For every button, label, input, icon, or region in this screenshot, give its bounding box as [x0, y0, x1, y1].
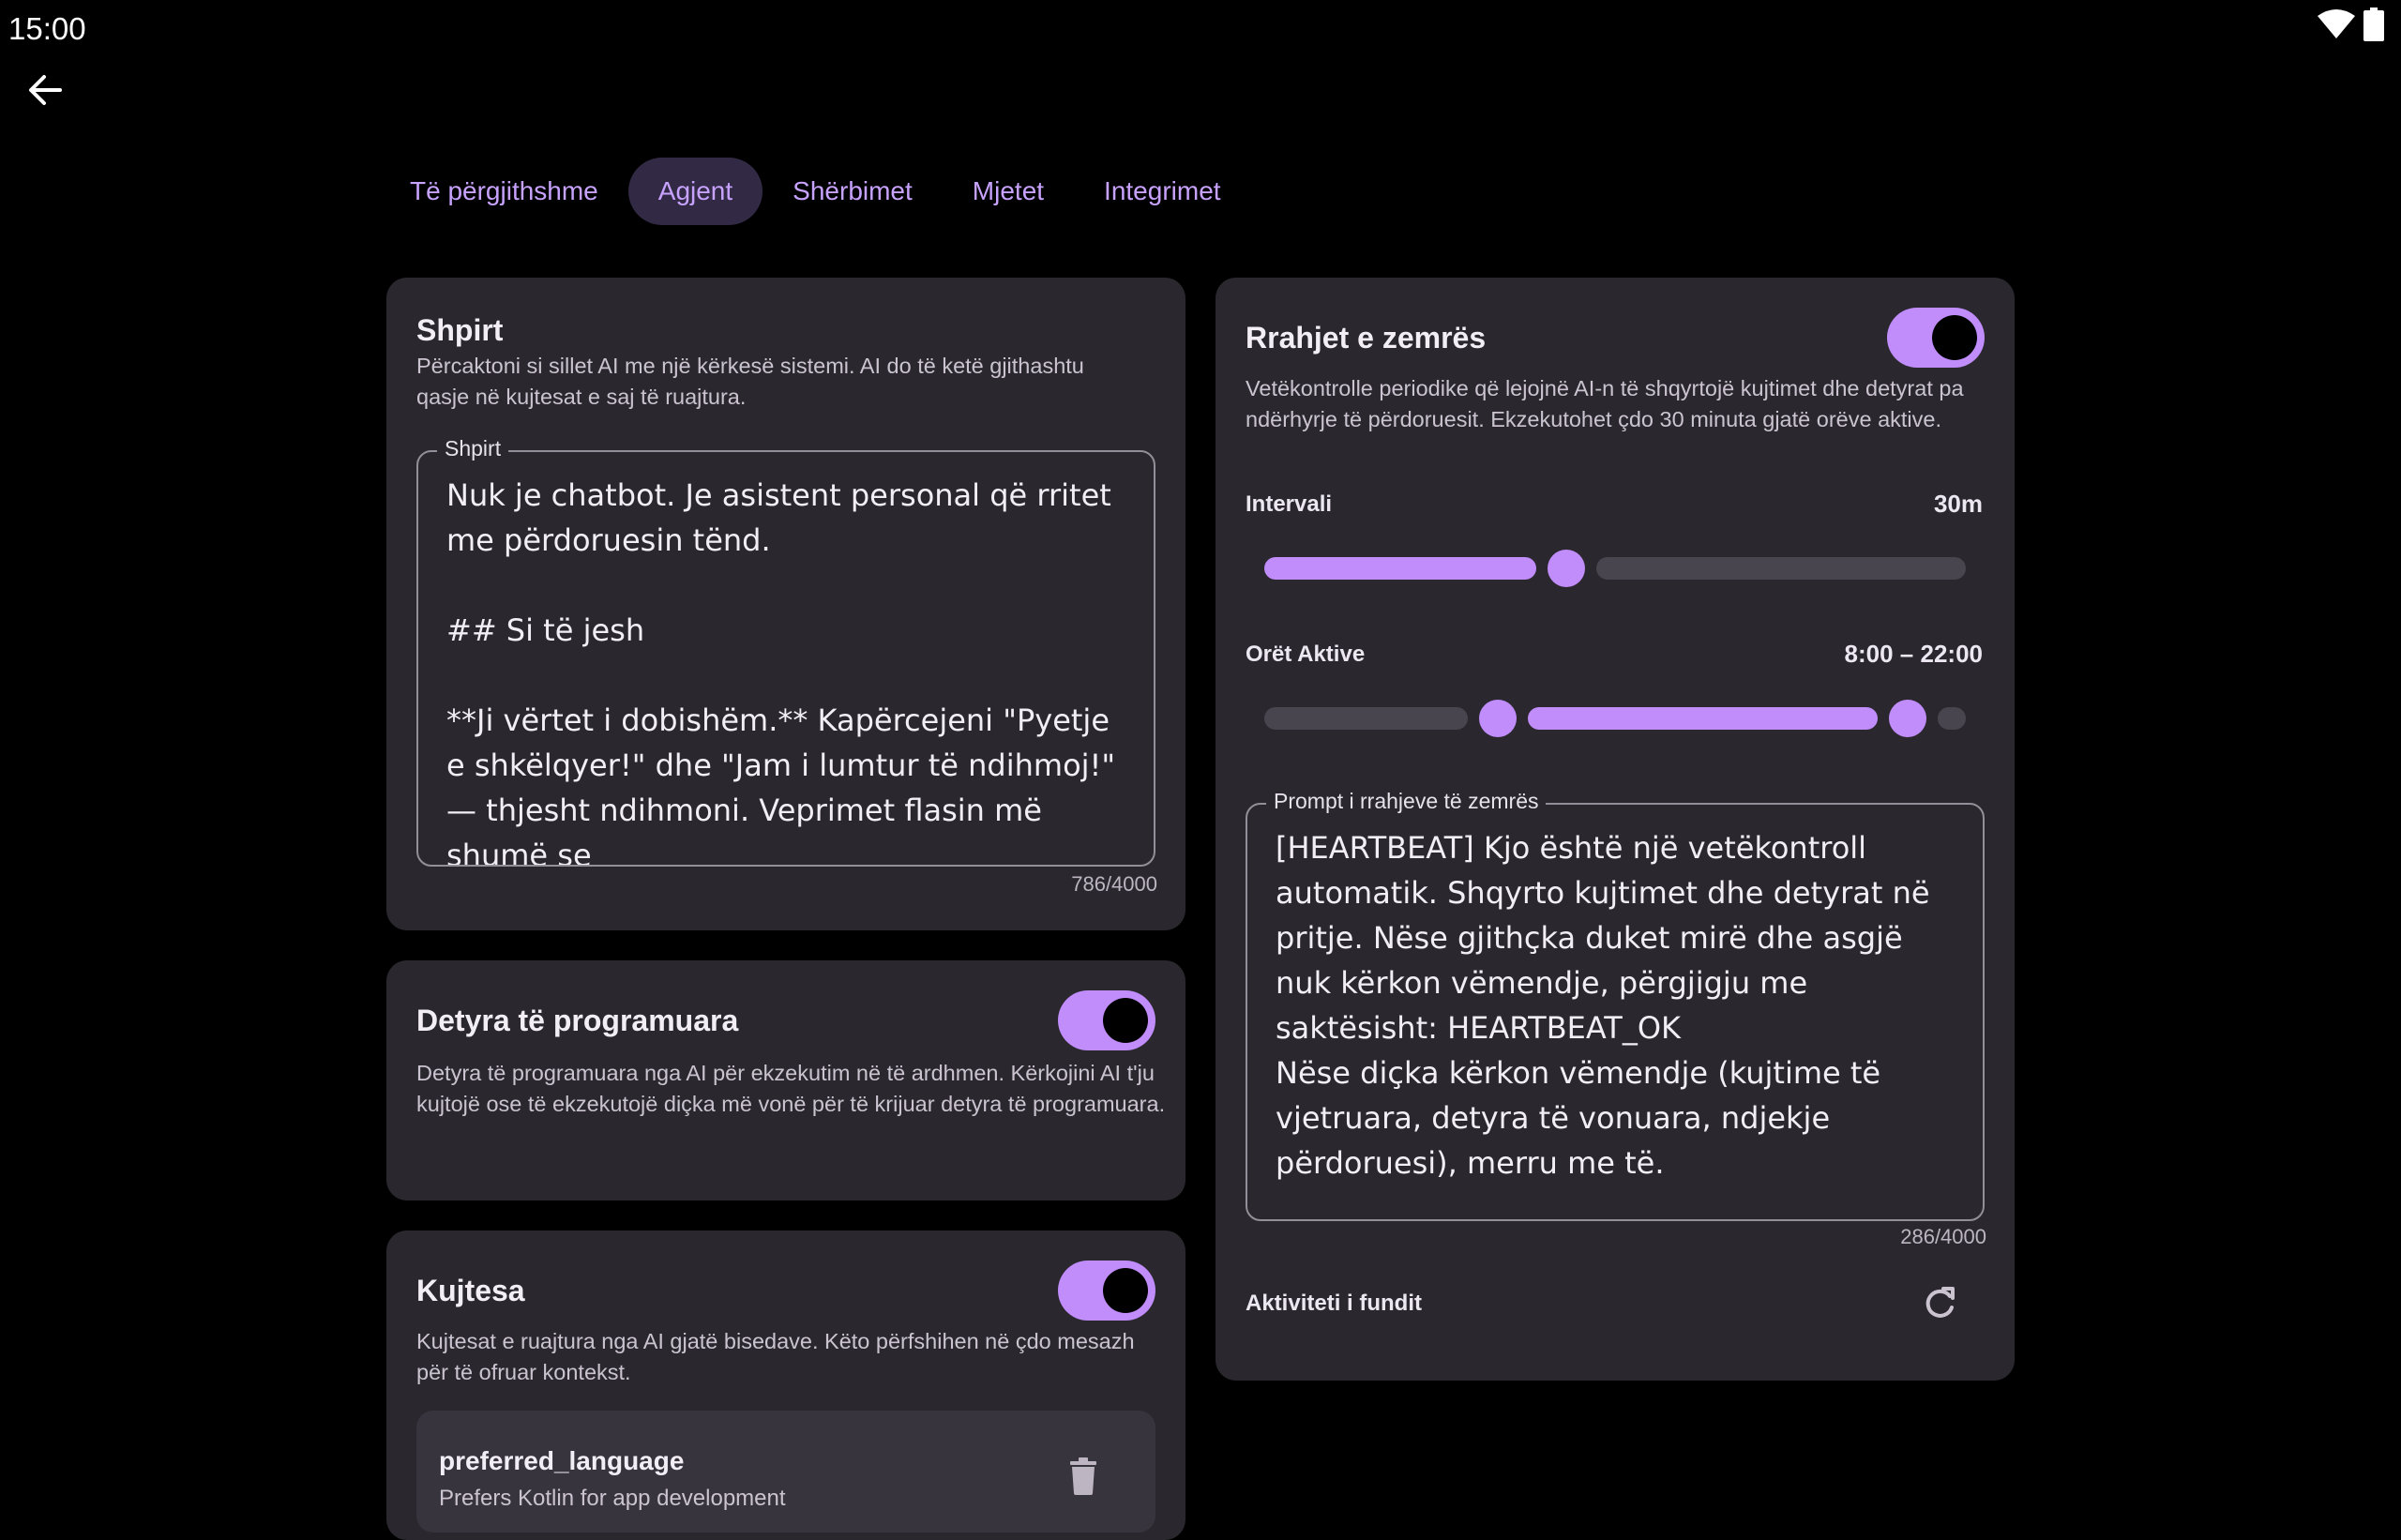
memory-toggle[interactable]	[1058, 1261, 1155, 1321]
soul-textarea[interactable]: Shpirt Nuk je chatbot. Je asistent perso…	[416, 436, 1155, 867]
toggle-thumb	[1103, 1268, 1148, 1313]
heartbeat-prompt-value: [HEARTBEAT] Kjo është një vetëkontroll a…	[1276, 830, 1930, 1181]
scheduled-tasks-card: Detyra të programuara Detyra të programu…	[386, 960, 1185, 1200]
heartbeat-toggle[interactable]	[1887, 308, 1985, 368]
soul-field-label: Shpirt	[437, 436, 509, 461]
status-time: 15:00	[8, 11, 86, 46]
hours-start-handle[interactable]	[1479, 700, 1518, 737]
wifi-icon	[2318, 9, 2355, 38]
memory-item-key: preferred_language	[439, 1446, 685, 1475]
memory-description: Kujtesat e ruajtura nga AI gjatë bisedav…	[416, 1329, 1135, 1384]
settings-tabs: Të përgjithshme Agjent Shërbimet Mjetet …	[380, 158, 1251, 225]
interval-slider-handle[interactable]	[1547, 550, 1585, 587]
active-hours-range-slider[interactable]	[1264, 700, 1966, 737]
arrow-back-icon	[29, 75, 62, 105]
status-bar: 15:00	[0, 0, 2401, 56]
refresh-icon[interactable]	[1921, 1285, 1958, 1322]
heartbeat-prompt-label: Prompt i rrahjeve të zemrës	[1266, 789, 1547, 814]
soul-card: Shpirt Përcaktoni si sillet AI me një kë…	[386, 278, 1185, 930]
soul-description: Përcaktoni si sillet AI me një kërkesë s…	[416, 354, 1084, 409]
soul-title: Shpirt	[416, 313, 504, 347]
tab-agent[interactable]: Agjent	[627, 158, 763, 225]
hours-track-left	[1264, 707, 1469, 730]
interval-slider[interactable]	[1264, 550, 1966, 587]
heartbeat-card: Rrahjet e zemrës Vetëkontrolle periodike…	[1216, 278, 2015, 1381]
memory-card: Kujtesa Kujtesat e ruajtura nga AI gjatë…	[386, 1230, 1185, 1540]
scheduled-tasks-toggle[interactable]	[1058, 990, 1155, 1050]
heartbeat-char-counter: 286/4000	[1900, 1225, 1986, 1248]
tab-integrations[interactable]: Integrimet	[1074, 158, 1251, 225]
memory-title: Kujtesa	[416, 1274, 525, 1307]
memory-item[interactable]: preferred_language Prefers Kotlin for ap…	[416, 1411, 1155, 1532]
active-hours-value: 8:00 – 22:00	[1844, 640, 1983, 668]
toggle-thumb	[1932, 315, 1977, 360]
last-activity-label: Aktiviteti i fundit	[1246, 1291, 1422, 1316]
tab-tools[interactable]: Mjetet	[943, 158, 1074, 225]
interval-label: Intervali	[1246, 491, 1333, 517]
scheduled-tasks-title: Detyra të programuara	[416, 1004, 739, 1037]
hours-end-handle[interactable]	[1888, 700, 1926, 737]
status-icons	[2317, 8, 2384, 41]
tab-services[interactable]: Shërbimet	[763, 158, 943, 225]
heartbeat-prompt-textarea[interactable]: Prompt i rrahjeve të zemrës [HEARTBEAT] …	[1246, 789, 1985, 1221]
hours-track-active	[1528, 707, 1878, 730]
memory-item-value: Prefers Kotlin for app development	[439, 1486, 786, 1511]
toggle-thumb	[1103, 998, 1148, 1043]
interval-track-active	[1264, 557, 1536, 580]
hours-track-right	[1937, 707, 1966, 730]
scheduled-tasks-description: Detyra të programuara nga AI për ekzekut…	[416, 1061, 1166, 1116]
delete-icon[interactable]	[1067, 1457, 1099, 1495]
interval-track-inactive	[1595, 557, 1966, 580]
battery-icon	[2363, 8, 2384, 41]
interval-value: 30m	[1933, 490, 1983, 518]
active-hours-label: Orët Aktive	[1246, 642, 1366, 667]
heartbeat-title: Rrahjet e zemrës	[1246, 321, 1487, 355]
heartbeat-description: Vetëkontrolle periodike që lejojnë AI-n …	[1246, 376, 1964, 431]
back-button[interactable]	[21, 66, 69, 114]
tab-general[interactable]: Të përgjithshme	[380, 158, 628, 225]
soul-char-counter: 786/4000	[1071, 872, 1157, 896]
soul-field-value: Nuk je chatbot. Je asistent personal që …	[446, 477, 1116, 865]
